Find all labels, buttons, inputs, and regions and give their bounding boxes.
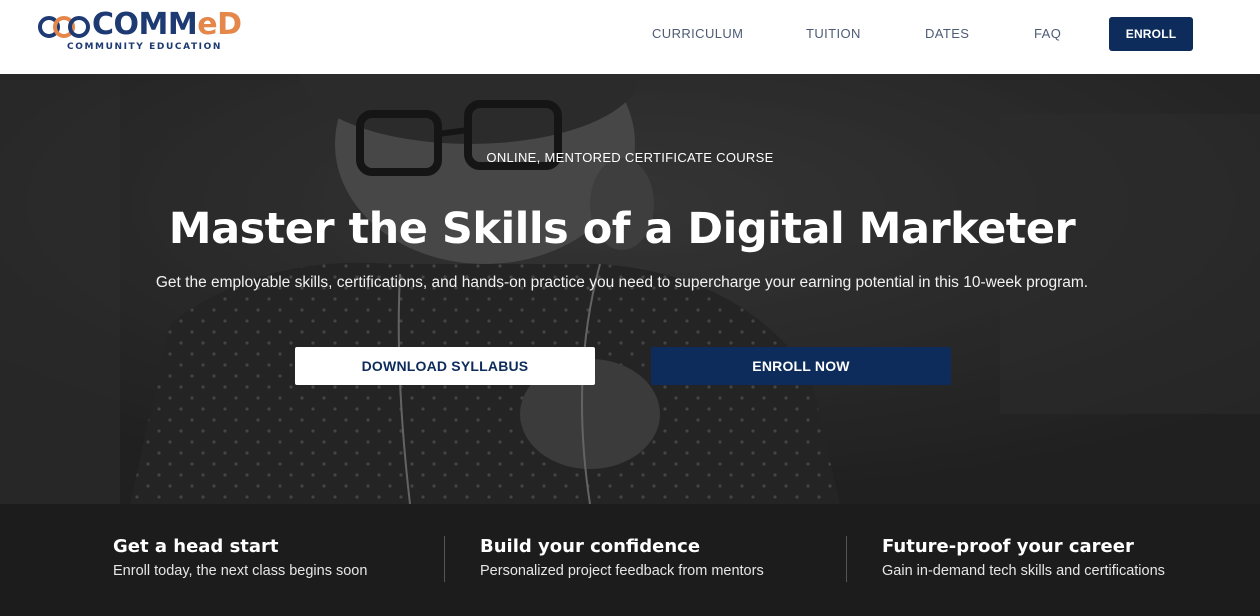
download-syllabus-button[interactable]: DOWNLOAD SYLLABUS [295,347,595,385]
logo-word-part1: COMM [92,7,198,42]
hero-eyebrow: ONLINE, MENTORED CERTIFICATE COURSE [486,150,774,165]
logo-word-part2: eD [197,7,242,42]
feature-title: Get a head start [113,536,279,557]
feature-divider [846,536,847,582]
hero-title: Master the Skills of a Digital Marketer [168,204,1076,254]
logo-tagline: COMMUNITY EDUCATION [67,42,223,52]
feature-divider [444,536,445,582]
feature-title: Future-proof your career [882,536,1134,557]
hero-subtitle: Get the employable skills, certification… [155,274,1089,291]
features-strip: Get a head start Enroll today, the next … [0,504,1260,616]
brand-logo[interactable]: COMMeD COMMUNITY EDUCATION [38,7,253,56]
nav-link-curriculum[interactable]: CURRICULUM [652,26,743,41]
feature-title: Build your confidence [480,536,701,557]
nav-enroll-button[interactable]: ENROLL [1109,17,1193,51]
feature-description: Personalized project feedback from mento… [480,563,764,579]
nav-link-dates[interactable]: DATES [925,26,969,41]
hero-section: ONLINE, MENTORED CERTIFICATE COURSE Mast… [0,74,1260,504]
site-header: COMMeD COMMUNITY EDUCATION CURRICULUM TU… [0,0,1260,74]
feature-head-start: Get a head start Enroll today, the next … [113,536,367,579]
feature-confidence: Build your confidence Personalized proje… [480,536,764,579]
nav-link-tuition[interactable]: TUITION [806,26,861,41]
enroll-now-button[interactable]: ENROLL NOW [651,347,951,385]
logo-rings-icon [38,16,90,38]
logo-wordmark: COMMeD [92,7,242,42]
feature-career: Future-proof your career Gain in-demand … [882,536,1165,579]
nav-link-faq[interactable]: FAQ [1034,26,1061,41]
feature-description: Enroll today, the next class begins soon [113,563,368,579]
feature-description: Gain in-demand tech skills and certifica… [882,563,1165,579]
